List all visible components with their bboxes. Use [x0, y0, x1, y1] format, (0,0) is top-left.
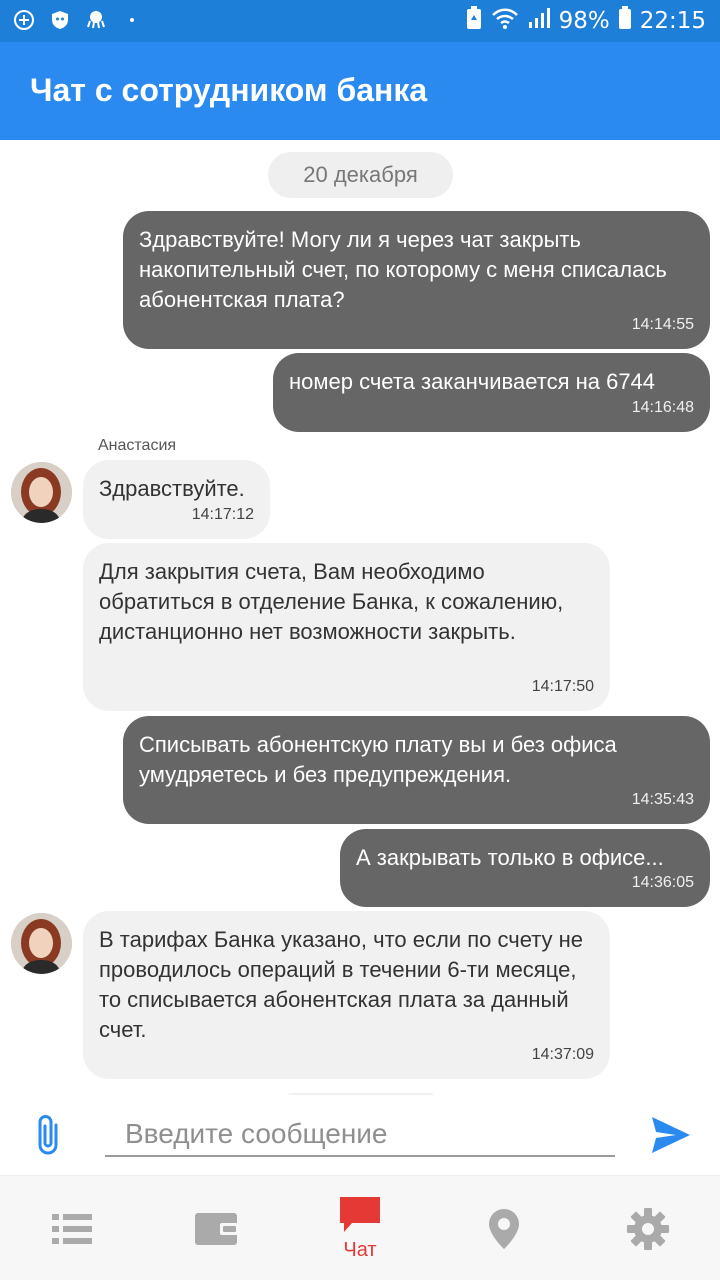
message-bubble-incoming[interactable]: Для закрытия счета, Вам необходимо обрат…	[83, 543, 610, 711]
send-button[interactable]	[650, 1115, 692, 1155]
nav-item-location[interactable]	[432, 1176, 576, 1280]
message-text: В тарифах Банка указано, что если по сче…	[99, 927, 584, 1042]
octopus-icon	[84, 8, 108, 32]
message-text: Списывать абонентскую плату вы и без офи…	[139, 732, 617, 787]
message-time: 14:17:12	[191, 506, 254, 523]
app-bar: Чат с сотрудником банка	[0, 42, 720, 140]
status-bar: 98% 22:15	[0, 0, 720, 42]
system-status: 98% 22:15	[465, 6, 706, 36]
chat-area[interactable]: 20 декабря Здравствуйте! Могу ли я через…	[0, 140, 720, 1095]
message-time: 14:17:50	[531, 678, 594, 695]
wallet-icon	[195, 1212, 238, 1245]
message-time: 14:35:43	[631, 791, 694, 808]
avatar[interactable]	[11, 913, 72, 974]
nav-label-chat: Чат	[343, 1239, 377, 1261]
paperclip-icon	[38, 1115, 58, 1155]
chat-icon	[340, 1197, 380, 1232]
message-bubble-outgoing[interactable]: Списывать абонентскую плату вы и без офи…	[123, 716, 710, 824]
add-circle-icon	[12, 8, 36, 32]
date-separator: 20 декабря	[268, 152, 453, 198]
message-composer	[0, 1095, 720, 1175]
message-text: Для закрытия счета, Вам необходимо обрат…	[99, 559, 564, 644]
gear-icon	[627, 1207, 669, 1250]
attach-button[interactable]	[32, 1113, 68, 1157]
page-title: Чат с сотрудником банка	[30, 72, 428, 108]
location-pin-icon	[489, 1208, 519, 1249]
message-bubble-incoming[interactable]: В тарифах Банка указано, что если по сче…	[83, 911, 610, 1079]
message-bubble-outgoing[interactable]: Здравствуйте! Могу ли я через чат закрыт…	[123, 211, 710, 349]
message-bubble-incoming[interactable]: Здравствуйте. 14:17:12	[83, 460, 270, 539]
message-time: 14:16:48	[631, 399, 694, 416]
bottom-navigation: Чат	[0, 1175, 720, 1280]
dot-icon	[120, 8, 144, 32]
nav-item-chat[interactable]: Чат	[288, 1176, 432, 1280]
message-time: 14:36:05	[631, 874, 694, 891]
message-bubble-outgoing[interactable]: номер счета заканчивается на 6744 14:16:…	[273, 353, 710, 432]
message-bubble-outgoing[interactable]: А закрывать только в офисе... 14:36:05	[340, 829, 710, 907]
clock: 22:15	[639, 8, 706, 34]
sender-name: Анастасия	[98, 437, 177, 454]
nav-item-list[interactable]	[0, 1176, 144, 1280]
send-icon	[652, 1117, 690, 1153]
signal-icon	[527, 6, 551, 36]
nav-item-wallet[interactable]	[144, 1176, 288, 1280]
battery-saver-icon	[465, 6, 483, 36]
message-time: 14:14:55	[631, 316, 694, 333]
message-input[interactable]	[105, 1113, 615, 1157]
battery-percent: 98%	[558, 8, 610, 34]
message-time: 14:37:09	[531, 1046, 594, 1063]
shield-icon	[48, 8, 72, 32]
list-icon	[52, 1213, 92, 1244]
battery-icon	[618, 6, 632, 36]
avatar[interactable]	[11, 462, 72, 523]
wifi-icon	[491, 6, 519, 36]
notification-icons	[12, 8, 144, 32]
message-text: Здравствуйте! Могу ли я через чат закрыт…	[139, 227, 667, 312]
nav-item-settings[interactable]	[576, 1176, 720, 1280]
